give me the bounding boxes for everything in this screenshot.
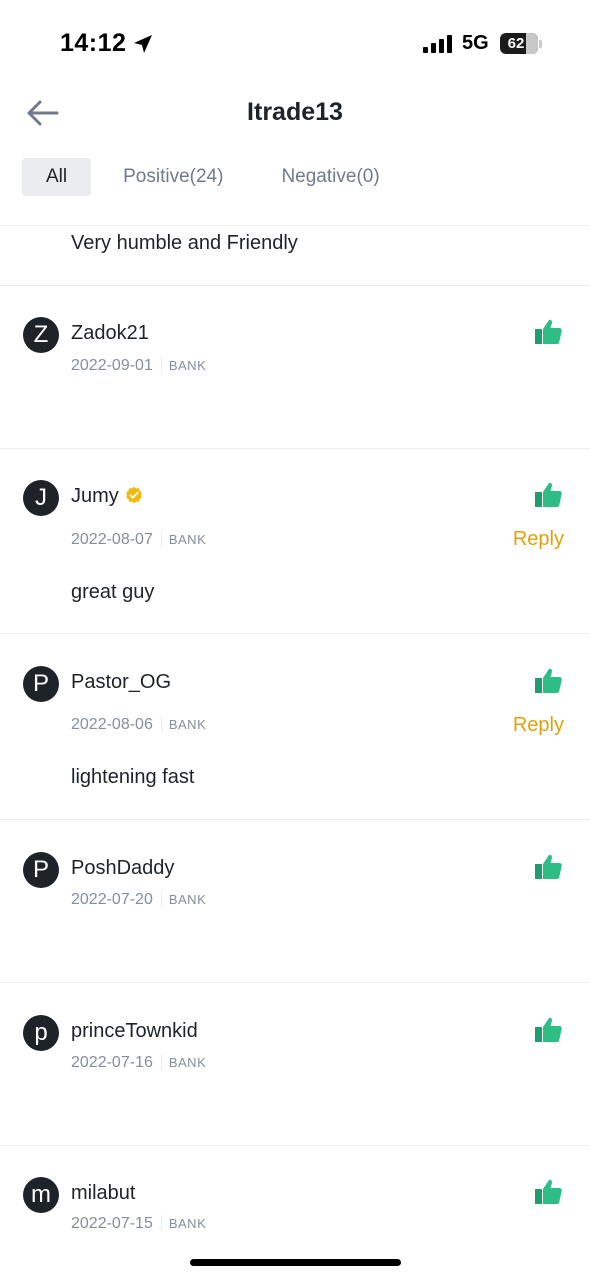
reviewer-name[interactable]: Zadok21 (71, 322, 149, 345)
tabs-divider (0, 225, 590, 226)
review-date: 2022-07-15 (71, 1215, 153, 1232)
reviewer-name[interactable]: PoshDaddy (71, 857, 174, 880)
payment-method: BANK (168, 717, 207, 732)
avatar: P (23, 666, 59, 702)
thumbs-up-icon (535, 1017, 562, 1042)
divider (0, 982, 590, 983)
review-date: 2022-07-20 (71, 891, 153, 908)
thumbs-up-icon (535, 319, 562, 344)
reply-button[interactable]: Reply (513, 528, 564, 551)
payment-method: BANK (168, 532, 207, 547)
tab-negative[interactable]: Negative(0) (257, 158, 403, 196)
avatar: J (23, 480, 59, 516)
reviewer-name[interactable]: Pastor_OG (71, 671, 171, 694)
cellular-signal-icon (423, 35, 452, 53)
battery-nub (539, 40, 542, 48)
review-meta: 2022-07-15 BANK (71, 1215, 206, 1233)
review-meta: 2022-07-20 BANK (71, 891, 206, 909)
review-meta: 2022-09-01 BANK (71, 357, 206, 375)
page-title: Itrade13 (247, 98, 343, 126)
avatar: p (23, 1015, 59, 1051)
payment-method: BANK (168, 892, 207, 907)
payment-method: BANK (168, 1216, 207, 1231)
divider (0, 448, 590, 449)
network-type: 5G (462, 32, 489, 54)
tab-positive[interactable]: Positive(24) (99, 158, 247, 196)
thumbs-up-icon (535, 854, 562, 879)
location-arrow-icon (134, 35, 152, 53)
thumbs-up-icon (535, 1179, 562, 1204)
reviewer-name[interactable]: Jumy (71, 485, 143, 508)
payment-method: BANK (168, 358, 207, 373)
divider (0, 285, 590, 286)
review-date: 2022-08-06 (71, 716, 153, 733)
review-date: 2022-09-01 (71, 357, 153, 374)
review-meta: 2022-07-16 BANK (71, 1054, 206, 1072)
battery-icon: 62 (500, 33, 538, 54)
avatar: P (23, 852, 59, 888)
reviewer-name[interactable]: milabut (71, 1182, 135, 1205)
reviewer-name-text: Jumy (71, 485, 119, 507)
divider (0, 819, 590, 820)
review-comment: great guy (71, 581, 155, 603)
tab-all[interactable]: All (22, 158, 92, 196)
review-date: 2022-07-16 (71, 1054, 153, 1071)
review-meta: 2022-08-07 BANK (71, 531, 206, 549)
reply-button[interactable]: Reply (513, 714, 564, 737)
review-comment: lightening fast (71, 766, 195, 788)
reviewer-name[interactable]: princeTownkid (71, 1020, 198, 1043)
thumbs-up-icon (535, 482, 562, 507)
back-button[interactable] (26, 98, 60, 128)
review-comment: Very humble and Friendly (71, 232, 298, 254)
status-bar: 14:12 5G 62 (0, 0, 590, 88)
battery-level: 62 (507, 35, 525, 52)
review-meta: 2022-08-06 BANK (71, 716, 206, 734)
avatar: m (23, 1177, 59, 1213)
payment-method: BANK (168, 1055, 207, 1070)
avatar: Z (23, 317, 59, 353)
thumbs-up-icon (535, 668, 562, 693)
review-date: 2022-08-07 (71, 531, 153, 548)
divider (0, 633, 590, 634)
status-time: 14:12 (60, 29, 127, 57)
divider (0, 1145, 590, 1146)
home-indicator[interactable] (190, 1259, 401, 1266)
verified-badge-icon (125, 486, 142, 504)
feedback-tabs: All Positive(24) Negative(0) (22, 158, 404, 196)
